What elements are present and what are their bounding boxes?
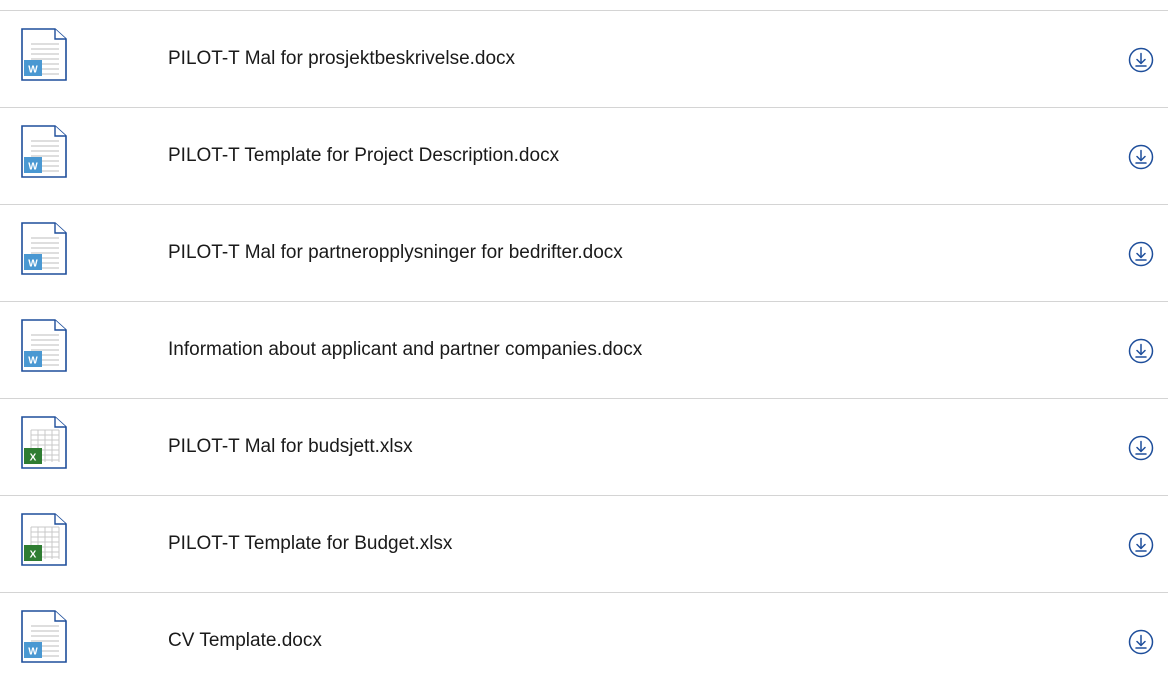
list-item: W PILOT-T Template for Project Descripti…: [0, 107, 1168, 204]
excel-spreadsheet-icon: X: [21, 416, 67, 469]
download-icon[interactable]: [1128, 435, 1154, 461]
word-document-icon: W: [21, 28, 67, 81]
list-item: X PILOT-T Mal for budsjett.xlsx: [0, 398, 1168, 495]
download-icon[interactable]: [1128, 241, 1154, 267]
word-document-icon: W: [21, 610, 67, 663]
file-name-link[interactable]: PILOT-T Mal for prosjektbeskrivelse.docx: [168, 11, 515, 107]
file-type-badge: X: [30, 550, 37, 561]
file-type-badge: W: [28, 162, 38, 173]
word-document-icon: W: [21, 125, 67, 178]
file-type-badge: W: [28, 647, 38, 658]
file-name-link[interactable]: CV Template.docx: [168, 593, 322, 689]
file-type-badge: W: [28, 356, 38, 367]
word-document-icon: W: [21, 319, 67, 372]
download-icon[interactable]: [1128, 338, 1154, 364]
list-item: W PILOT-T Mal for prosjektbeskrivelse.do…: [0, 10, 1168, 107]
download-icon[interactable]: [1128, 144, 1154, 170]
download-icon[interactable]: [1128, 532, 1154, 558]
download-icon[interactable]: [1128, 629, 1154, 655]
file-type-badge: X: [30, 453, 37, 464]
file-name-link[interactable]: PILOT-T Template for Budget.xlsx: [168, 496, 452, 592]
file-type-badge: W: [28, 259, 38, 270]
excel-spreadsheet-icon: X: [21, 513, 67, 566]
file-name-link[interactable]: PILOT-T Mal for partneropplysninger for …: [168, 205, 623, 301]
list-item: W Information about applicant and partne…: [0, 301, 1168, 398]
list-item: X PILOT-T Template for Budget.xlsx: [0, 495, 1168, 592]
file-type-badge: W: [28, 65, 38, 76]
download-icon[interactable]: [1128, 47, 1154, 73]
list-item: W PILOT-T Mal for partneropplysninger fo…: [0, 204, 1168, 301]
word-document-icon: W: [21, 222, 67, 275]
list-item: W CV Template.docx: [0, 592, 1168, 689]
file-name-link[interactable]: PILOT-T Template for Project Description…: [168, 108, 559, 204]
file-name-link[interactable]: PILOT-T Mal for budsjett.xlsx: [168, 399, 413, 495]
file-download-list: W PILOT-T Mal for prosjektbeskrivelse.do…: [0, 10, 1168, 689]
file-name-link[interactable]: Information about applicant and partner …: [168, 302, 642, 398]
